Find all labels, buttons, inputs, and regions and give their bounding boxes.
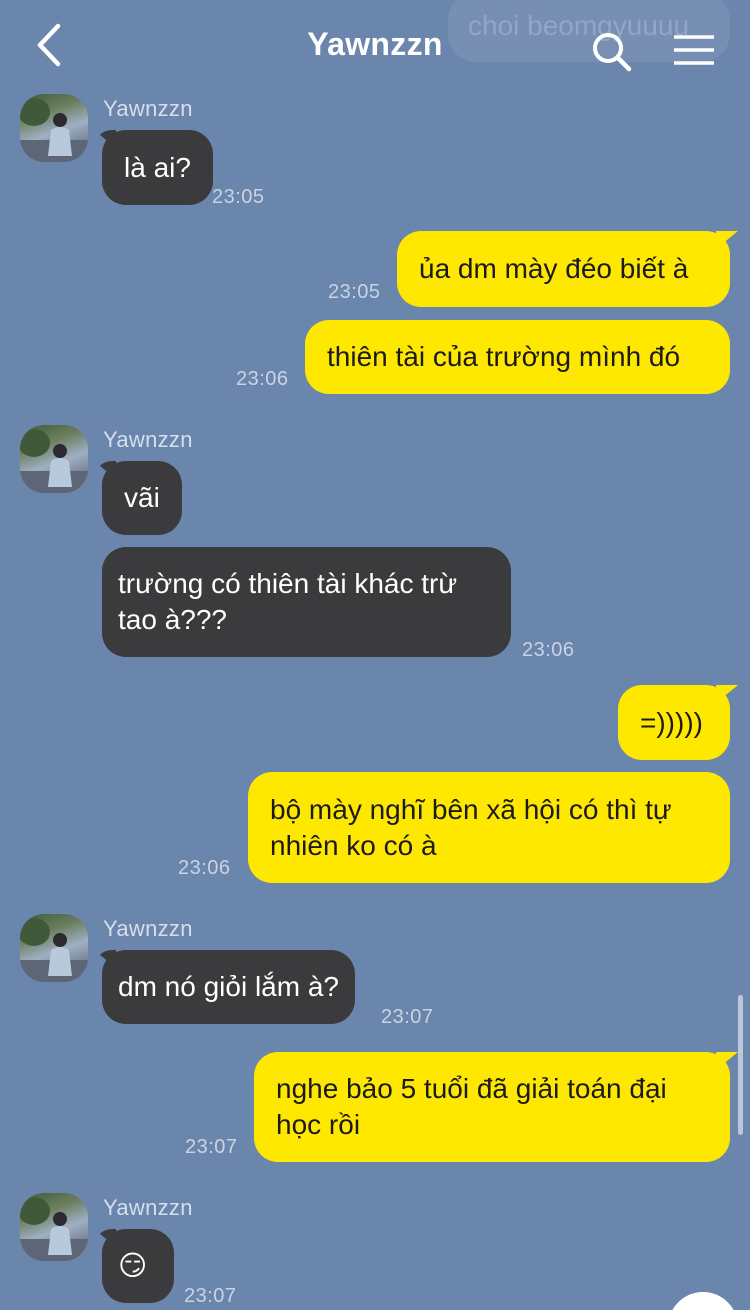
outgoing-message-bubble[interactable]: ủa dm mày đéo biết à — [397, 231, 730, 307]
avatar-photo — [20, 918, 88, 982]
avatar[interactable] — [20, 1193, 88, 1261]
message-time: 23:06 — [236, 368, 289, 390]
incoming-message-bubble[interactable]: là ai? — [102, 130, 213, 205]
sender-name: Yawnzzn — [103, 427, 193, 452]
message-text: là ai? — [124, 151, 191, 183]
message-text: ủa dm mày đéo biết à — [419, 253, 689, 284]
message-time: 23:07 — [185, 1136, 238, 1158]
message-text: trường có thiên tài khác trừ tao à??? — [118, 568, 458, 635]
search-button[interactable] — [590, 30, 634, 74]
message-text: thiên tài của trường mình đó — [327, 341, 681, 372]
sender-name: Yawnzzn — [103, 916, 193, 941]
message-time: 23:07 — [381, 1006, 434, 1028]
message-time: 23:05 — [212, 186, 265, 208]
incoming-message-bubble[interactable]: 😏 — [102, 1229, 174, 1303]
message-time: 23:06 — [178, 857, 231, 879]
avatar-photo — [20, 429, 88, 493]
incoming-message-bubble[interactable]: vãi — [102, 461, 182, 535]
scroll-to-bottom-button[interactable] — [668, 1292, 738, 1310]
message-time: 23:05 — [328, 281, 381, 303]
hamburger-menu-icon — [674, 35, 714, 65]
message-emoji: 😏 — [118, 1250, 148, 1281]
scrollbar[interactable] — [738, 995, 743, 1135]
sender-name: Yawnzzn — [103, 96, 193, 121]
chat-header: choi beomgyuuuu Yawnzzn — [0, 0, 750, 90]
incoming-message-bubble[interactable]: trường có thiên tài khác trừ tao à??? — [102, 547, 511, 657]
menu-button[interactable] — [672, 34, 716, 66]
avatar-photo — [20, 1197, 88, 1261]
message-time: 23:06 — [522, 639, 575, 661]
outgoing-message-bubble[interactable]: bộ mày nghĩ bên xã hội có thì tự nhiên k… — [248, 772, 730, 883]
message-time: 23:07 — [184, 1285, 237, 1307]
message-text: vãi — [124, 482, 160, 513]
message-text: dm nó giỏi lắm à? — [118, 971, 340, 1002]
outgoing-message-bubble[interactable]: nghe bảo 5 tuổi đã giải toán đại học rồi — [254, 1052, 730, 1162]
sender-name: Yawnzzn — [103, 1195, 193, 1220]
avatar-photo — [20, 98, 88, 162]
message-text: bộ mày nghĩ bên xã hội có thì tự nhiên k… — [270, 793, 672, 861]
search-icon — [593, 33, 632, 72]
chat-title: Yawnzzn — [307, 26, 443, 62]
chat-screen: choi beomgyuuuu Yawnzzn Yawnzzn là ai? 2… — [0, 0, 750, 1310]
avatar[interactable] — [20, 914, 88, 982]
message-text: nghe bảo 5 tuổi đã giải toán đại học rồi — [276, 1073, 667, 1140]
message-text: =))))) — [640, 706, 703, 738]
avatar[interactable] — [20, 425, 88, 493]
avatar[interactable] — [20, 94, 88, 162]
incoming-message-bubble[interactable]: dm nó giỏi lắm à? — [102, 950, 356, 1024]
outgoing-message-bubble[interactable]: =))))) — [618, 685, 730, 760]
outgoing-message-bubble[interactable]: thiên tài của trường mình đó — [305, 320, 730, 394]
